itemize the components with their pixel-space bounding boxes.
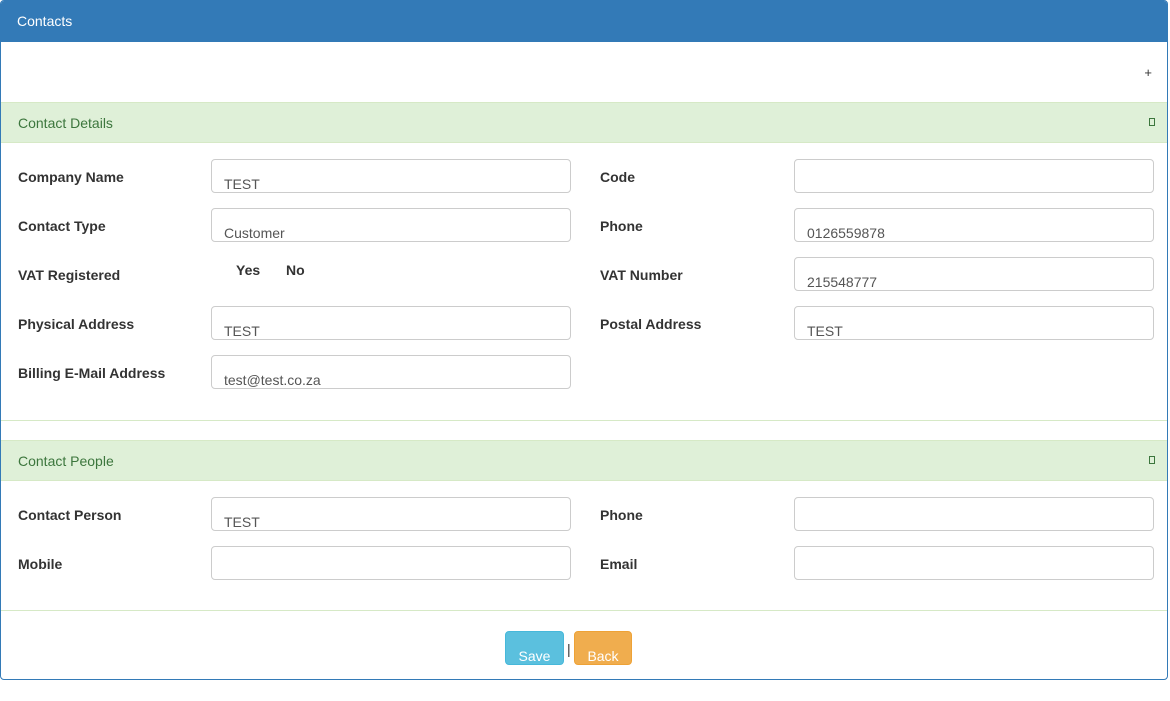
contact-details-title: Contact Details xyxy=(18,115,113,131)
postal-address-label: Postal Address xyxy=(600,316,702,332)
postal-address-input[interactable]: TEST xyxy=(794,306,1154,340)
vat-number-input[interactable]: 215548777 xyxy=(794,257,1154,291)
vat-number-label: VAT Number xyxy=(600,267,683,283)
contact-people-body: Contact Person TEST Phone Mobile Email xyxy=(1,481,1167,611)
contact-people-section: Contact People Contact Person TEST Phone… xyxy=(1,440,1167,611)
vat-no-radio[interactable]: No xyxy=(286,262,305,278)
contact-details-body: Company Name TEST Code Contact Type Cust… xyxy=(1,143,1167,421)
contact-type-label: Contact Type xyxy=(18,218,106,234)
company-name-label: Company Name xyxy=(18,169,124,185)
phone-input[interactable]: 0126559878 xyxy=(794,208,1154,242)
save-button[interactable]: Save xyxy=(505,631,564,665)
code-input[interactable] xyxy=(794,159,1154,193)
button-separator: | xyxy=(567,641,571,657)
people-phone-input[interactable] xyxy=(794,497,1154,531)
billing-email-label: Billing E-Mail Address xyxy=(18,365,166,381)
email-input[interactable] xyxy=(794,546,1154,580)
collapse-icon[interactable] xyxy=(1149,118,1155,126)
contact-person-label: Contact Person xyxy=(18,507,122,523)
form-footer: Save | Back xyxy=(1,621,1167,679)
code-label: Code xyxy=(600,169,635,185)
phone-label: Phone xyxy=(600,218,643,234)
physical-address-input[interactable]: TEST xyxy=(211,306,571,340)
contacts-panel: Contacts + Contact Details Company Name … xyxy=(0,0,1168,680)
contact-people-header[interactable]: Contact People xyxy=(1,440,1167,481)
contact-people-title: Contact People xyxy=(18,453,114,469)
vat-yes-radio[interactable]: Yes xyxy=(236,262,260,278)
company-name-input[interactable]: TEST xyxy=(211,159,571,193)
vat-registered-label: VAT Registered xyxy=(18,267,121,283)
contact-details-section: Contact Details Company Name TEST Code C… xyxy=(1,102,1167,421)
physical-address-label: Physical Address xyxy=(18,316,135,332)
mobile-input[interactable] xyxy=(211,546,571,580)
panel-title: Contacts xyxy=(1,1,1167,42)
people-phone-label: Phone xyxy=(600,507,643,523)
contact-type-select[interactable]: Customer xyxy=(211,208,571,242)
add-icon[interactable]: + xyxy=(1144,65,1152,80)
contact-details-header[interactable]: Contact Details xyxy=(1,102,1167,143)
email-label: Email xyxy=(600,556,638,572)
billing-email-input[interactable]: test@test.co.za xyxy=(211,355,571,389)
collapse-icon[interactable] xyxy=(1149,456,1155,464)
back-button[interactable]: Back xyxy=(574,631,632,665)
contact-person-input[interactable]: TEST xyxy=(211,497,571,531)
mobile-label: Mobile xyxy=(18,556,63,572)
